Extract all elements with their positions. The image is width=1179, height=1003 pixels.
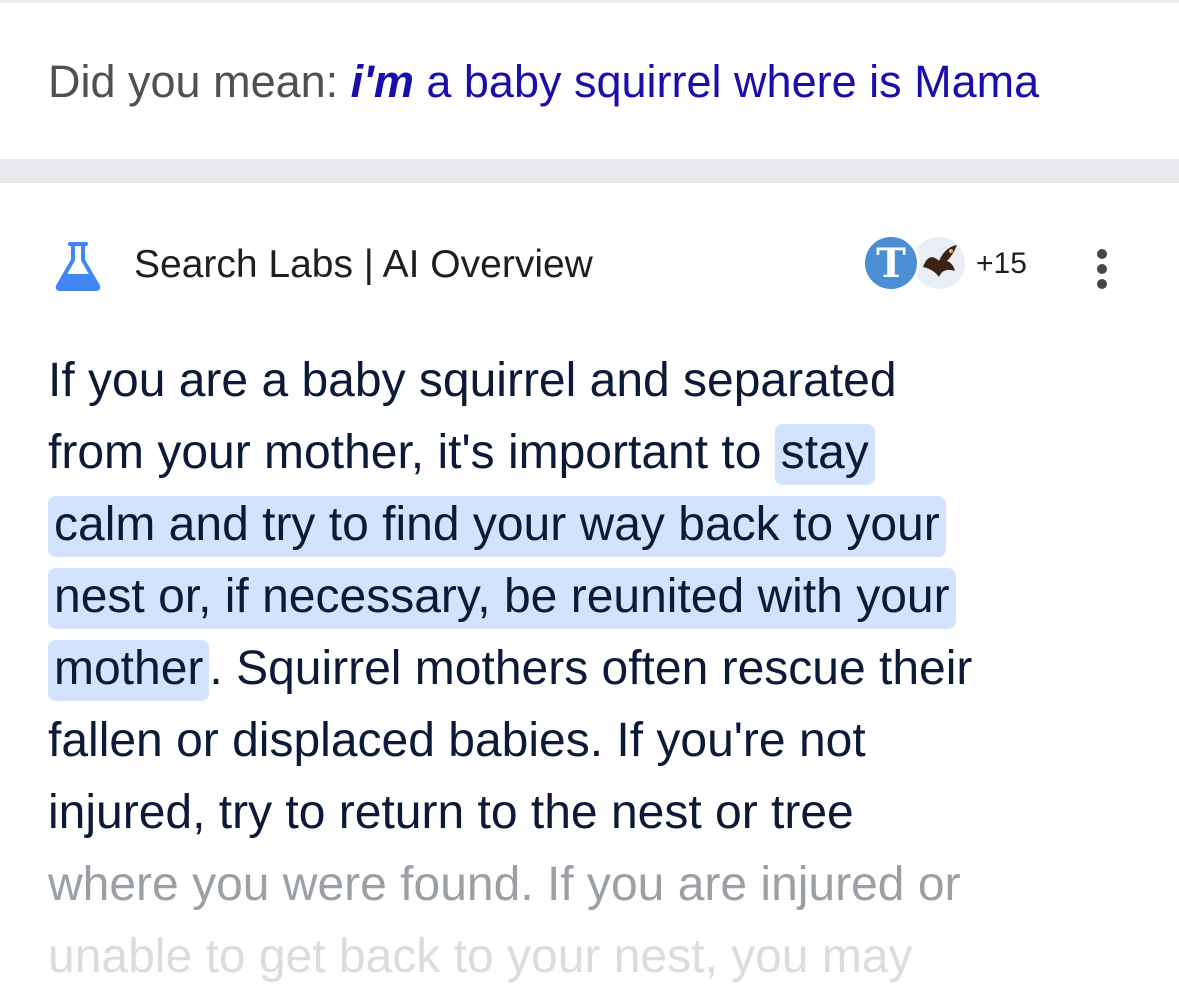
ai-overview-title: Search Labs | AI Overview [134,243,593,286]
avatar-t[interactable]: T [862,234,920,292]
corrected-query-link[interactable]: i'm a baby squirrel where is Mama [351,56,1039,107]
overview-text-run: from your mother, it's important to [48,426,775,479]
overview-line: injured, try to return to the nest or tr… [48,786,854,839]
overview-line-faded: unable to get back to your nest, you may [48,930,913,983]
section-separator [0,159,1179,183]
overview-line: calm and try to find your way back to yo… [48,489,1148,561]
source-avatars[interactable]: T [862,232,972,298]
overview-text-run: . Squirrel mothers often rescue their [209,642,973,695]
overview-line-faded: where you were found. If you are injured… [48,858,961,911]
highlighted-answer: mother [48,640,210,701]
overview-line: from your mother, it's important to stay [48,417,1148,489]
more-sources-count[interactable]: +15 [976,244,1027,284]
corrected-query-rest[interactable]: a baby squirrel where is Mama [414,56,1039,107]
avatar-letter: T [876,240,906,287]
ai-overview-header: Search Labs | AI Overview T +15 [48,232,1138,298]
did-you-mean-label: Did you mean: [48,56,351,107]
overview-line: If you are a baby squirrel and separated [48,354,897,407]
overview-line: mother. Squirrel mothers often rescue th… [48,633,1148,705]
more-vert-icon[interactable] [1090,246,1114,292]
ai-overview-body: If you are a baby squirrel and separated… [48,345,1148,993]
highlighted-answer: nest or, if necessary, be reunited with … [48,568,956,629]
top-divider [0,0,1179,3]
did-you-mean-suggestion: Did you mean: i'm a baby squirrel where … [48,52,1039,112]
highlighted-answer: stay [774,424,875,485]
flask-icon [50,238,106,294]
overview-line: nest or, if necessary, be reunited with … [48,561,1148,633]
overview-line: fallen or displaced babies. If you're no… [48,714,866,767]
highlighted-answer: calm and try to find your way back to yo… [48,496,946,557]
corrected-word[interactable]: i'm [351,56,414,107]
